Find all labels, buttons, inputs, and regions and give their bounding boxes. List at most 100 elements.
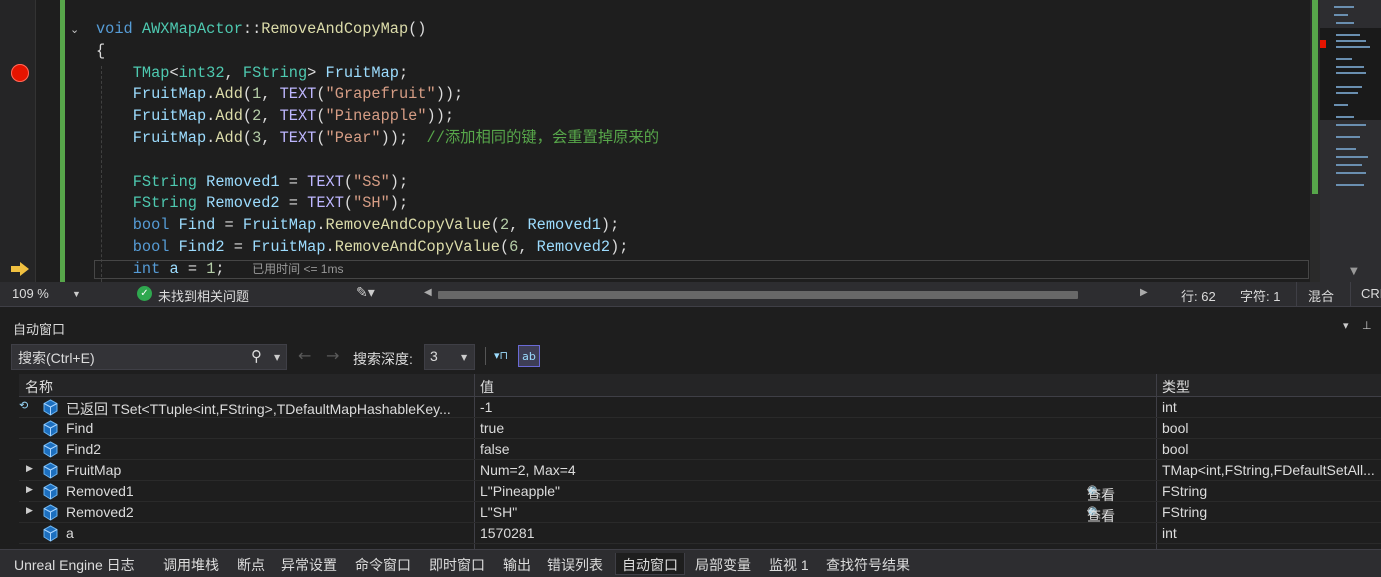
tab-4[interactable]: 命令窗口 — [349, 553, 417, 575]
search-previous-arrow-icon[interactable]: ← — [298, 346, 311, 365]
filter-pin-icon[interactable]: ▾⊓ — [490, 345, 512, 367]
code-token: ); — [389, 194, 409, 213]
table-row[interactable]: ▶ FruitMap Num=2, Max=4 TMap<int,FString,FD… — [19, 460, 1381, 481]
issues-status[interactable]: 未找到相关问题 — [158, 286, 249, 305]
cell-value[interactable]: true — [480, 420, 504, 436]
code-token: ; — [398, 63, 409, 82]
expand-arrow-icon[interactable]: ▶ — [26, 464, 33, 474]
breakpoint-margin[interactable] — [0, 0, 36, 282]
cell-name[interactable]: Find — [66, 420, 93, 436]
code-line[interactable]: bool Find = FruitMap.RemoveAndCopyValue(… — [96, 215, 659, 237]
table-row[interactable]: Find true bool — [19, 418, 1381, 439]
breakpoint-icon[interactable] — [11, 64, 29, 82]
code-token: 1 — [206, 259, 216, 278]
zoom-level[interactable]: 109 % — [12, 286, 49, 301]
cell-type[interactable]: TMap<int,FString,FDefaultSetAll... — [1162, 462, 1375, 478]
zoom-dropdown-icon[interactable]: ▼ — [72, 289, 81, 299]
cell-name[interactable]: Removed1 — [66, 483, 134, 499]
cell-type[interactable]: int — [1162, 399, 1177, 415]
search-options-dropdown-icon[interactable]: ▼ — [274, 353, 280, 362]
text-visualizer-button[interactable]: 🔍 查看 ▾ — [1087, 504, 1115, 524]
scroll-down-arrow-icon[interactable]: ▼ — [1350, 266, 1358, 277]
variable-cube-icon — [42, 420, 59, 437]
code-minimap[interactable] — [1320, 0, 1381, 282]
table-row[interactable]: ⟲ 已返回 TSet<TTuple<int,FString>,TDefaultMa… — [19, 397, 1381, 418]
pin-icon[interactable]: ⊥ — [1362, 319, 1372, 332]
tab-6[interactable]: 输出 — [497, 553, 537, 575]
tab-0[interactable]: Unreal Engine 日志 — [8, 553, 141, 575]
code-line[interactable]: FString Removed2 = TEXT("SH"); — [96, 193, 659, 215]
whitespace-mode[interactable]: 混合 — [1308, 286, 1334, 305]
cell-name[interactable]: Removed2 — [66, 504, 134, 520]
expand-arrow-icon[interactable]: ▶ — [26, 506, 33, 516]
column-header-name[interactable]: 名称 — [25, 377, 53, 397]
code-cleanup-brush-icon[interactable]: ✎▾ — [356, 285, 375, 301]
scroll-right-icon[interactable]: ▶ — [1140, 287, 1148, 298]
code-text[interactable]: void AWXMapActor::RemoveAndCopyMap(){ TM… — [96, 19, 659, 281]
code-line[interactable]: FruitMap.Add(2, TEXT("Pineapple")); — [96, 106, 659, 128]
line-ending[interactable]: CRLF — [1361, 286, 1381, 301]
cell-name[interactable]: FruitMap — [66, 462, 121, 478]
expand-arrow-icon[interactable]: ▶ — [26, 485, 33, 495]
cell-name[interactable]: Find2 — [66, 441, 101, 457]
depth-dropdown-icon[interactable]: ▼ — [461, 353, 467, 362]
search-input[interactable]: 搜索(Ctrl+E) — [11, 344, 287, 370]
scroll-left-icon[interactable]: ◀ — [424, 287, 432, 298]
code-token: ( — [343, 172, 354, 191]
cell-type[interactable]: FString — [1162, 483, 1207, 499]
tab-10[interactable]: 监视 1 — [763, 553, 815, 575]
code-line[interactable]: bool Find2 = FruitMap.RemoveAndCopyValue… — [96, 237, 659, 259]
code-line[interactable]: TMap<int32, FString> FruitMap; — [96, 63, 659, 85]
code-line[interactable]: int a = 1; 已用时间 <= 1ms — [96, 259, 659, 281]
code-line[interactable]: FruitMap.Add(1, TEXT("Grapefruit")); — [96, 84, 659, 106]
column-number[interactable]: 字符: 1 — [1240, 286, 1280, 305]
column-header-value[interactable]: 值 — [480, 377, 494, 397]
search-depth-select[interactable]: 3 — [424, 344, 475, 370]
cell-type[interactable]: bool — [1162, 420, 1188, 436]
tab-9[interactable]: 局部变量 — [689, 553, 757, 575]
horizontal-scrollbar-thumb[interactable] — [438, 291, 1078, 299]
tab-7[interactable]: 错误列表 — [541, 553, 609, 575]
code-token: "Pineapple" — [325, 107, 427, 126]
cell-value[interactable]: Num=2, Max=4 — [480, 462, 576, 478]
cell-type[interactable]: int — [1162, 525, 1177, 541]
search-icon[interactable]: ⚲ — [251, 347, 262, 365]
cell-value[interactable]: -1 — [480, 399, 492, 415]
tab-8[interactable]: 自动窗口 — [615, 553, 685, 575]
code-line[interactable]: void AWXMapActor::RemoveAndCopyMap() — [96, 19, 659, 41]
code-line[interactable] — [96, 150, 659, 172]
table-row[interactable]: Find2 false bool — [19, 439, 1381, 460]
perf-tip-elapsed[interactable]: 已用时间 <= 1ms — [252, 262, 343, 276]
line-number[interactable]: 行: 62 — [1181, 286, 1216, 305]
text-visualizer-button[interactable]: 🔍 查看 ▾ — [1087, 483, 1115, 503]
scrollbar-change-marker — [1312, 0, 1318, 194]
code-token: TEXT — [307, 172, 344, 191]
tab-1[interactable]: 调用堆栈 — [157, 553, 225, 575]
tab-5[interactable]: 即时窗口 — [423, 553, 491, 575]
cell-type[interactable]: bool — [1162, 441, 1188, 457]
cell-name[interactable]: 已返回 TSet<TTuple<int,FString>,TDefaultMap… — [66, 399, 451, 419]
cell-value[interactable]: L"SH" — [480, 504, 517, 520]
view-hex-toggle-icon[interactable]: ab — [518, 345, 540, 367]
cell-type[interactable]: FString — [1162, 504, 1207, 520]
code-line[interactable]: FruitMap.Add(3, TEXT("Pear")); //添加相同的键，… — [96, 128, 659, 150]
cell-name[interactable]: a — [66, 525, 74, 541]
search-next-arrow-icon[interactable]: → — [326, 346, 339, 365]
tab-3[interactable]: 异常设置 — [275, 553, 343, 575]
tab-2[interactable]: 断点 — [231, 553, 271, 575]
table-row[interactable]: ▶ Removed1 L"Pineapple" 🔍 查看 ▾ FString — [19, 481, 1381, 503]
column-header-type[interactable]: 类型 — [1162, 377, 1190, 397]
code-line[interactable]: FString Removed1 = TEXT("SS"); — [96, 172, 659, 194]
cell-value[interactable]: false — [480, 441, 510, 457]
cell-value[interactable]: 1570281 — [480, 525, 535, 541]
panel-menu-dropdown-icon[interactable]: ▾ — [1343, 319, 1349, 332]
code-token: ); — [389, 172, 409, 191]
code-line[interactable]: { — [96, 41, 659, 63]
cell-value[interactable]: L"Pineapple" — [480, 483, 560, 499]
table-row[interactable]: a 1570281 int — [19, 523, 1381, 544]
current-statement-arrow-icon — [11, 262, 29, 276]
code-editor[interactable]: ⌄ void AWXMapActor::RemoveAndCopyMap(){ … — [0, 0, 1381, 282]
fold-chevron-icon[interactable]: ⌄ — [70, 24, 82, 36]
table-row[interactable]: ▶ Removed2 L"SH" 🔍 查看 ▾ FString — [19, 502, 1381, 524]
tab-11[interactable]: 查找符号结果 — [820, 553, 916, 575]
